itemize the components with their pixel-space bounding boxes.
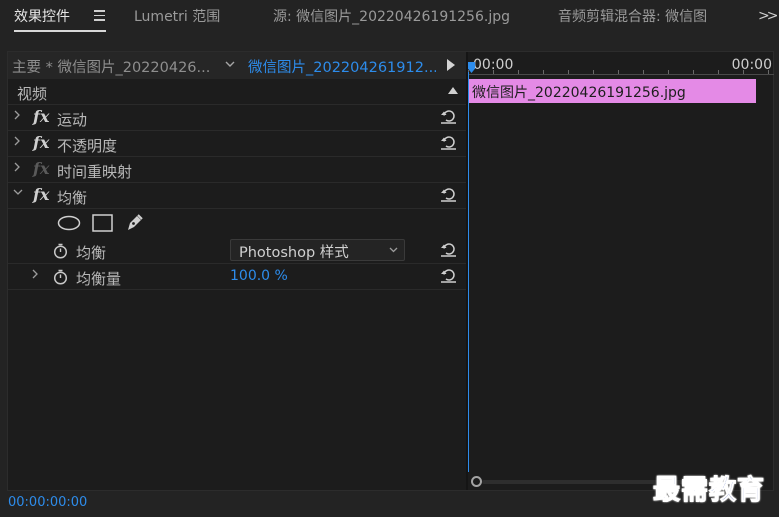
reset-icon[interactable] bbox=[440, 241, 457, 258]
scrollbar-handle[interactable] bbox=[471, 476, 482, 487]
stopwatch-icon[interactable] bbox=[53, 243, 68, 259]
collapse-chevron-icon[interactable] bbox=[12, 187, 24, 202]
effect-controls-panel: 主要 * 微信图片_20220426... 微信图片_202204261912.… bbox=[7, 51, 774, 491]
reset-icon[interactable] bbox=[440, 108, 457, 125]
fx-toggle-icon[interactable]: fx bbox=[33, 133, 49, 152]
effect-row-opacity[interactable]: fx 不透明度 bbox=[8, 131, 466, 157]
tab-effect-controls[interactable]: 效果控件 bbox=[14, 6, 70, 28]
timeline-clip[interactable]: 微信图片_20220426191256.jpg bbox=[468, 79, 756, 103]
timeline-clip-name: 微信图片_20220426191256.jpg bbox=[472, 85, 686, 101]
effect-row-motion[interactable]: fx 运动 bbox=[8, 105, 466, 131]
master-clip-label[interactable]: 主要 * 微信图片_20220426... bbox=[12, 56, 218, 76]
panel-menu-icon[interactable] bbox=[94, 10, 105, 21]
scroll-up-icon[interactable] bbox=[448, 87, 458, 94]
expand-chevron-icon[interactable] bbox=[13, 109, 21, 124]
active-tab-underline bbox=[14, 30, 106, 32]
expand-chevron-icon[interactable] bbox=[31, 268, 39, 283]
effect-label: 均衡 bbox=[57, 189, 88, 207]
rectangle-mask-icon[interactable] bbox=[92, 214, 114, 236]
tab-audio-clip-mixer[interactable]: 音频剪辑混合器: 微信图 bbox=[558, 6, 752, 28]
mask-tools-row bbox=[8, 209, 466, 239]
param-row-equalize-amount: 均衡量 100.0 % bbox=[8, 264, 466, 290]
equalize-amount-value[interactable]: 100.0 % bbox=[230, 268, 288, 284]
effect-label: 时间重映射 bbox=[57, 163, 133, 181]
equalize-style-dropdown[interactable]: Photoshop 样式 bbox=[230, 239, 405, 261]
expand-chevron-icon[interactable] bbox=[13, 135, 21, 150]
current-timecode[interactable]: 00:00:00:00 bbox=[8, 495, 87, 510]
fx-toggle-icon[interactable]: fx bbox=[33, 107, 49, 126]
play-only-audio-icon[interactable] bbox=[443, 57, 463, 75]
playhead-line bbox=[468, 72, 469, 472]
expand-chevron-icon[interactable] bbox=[13, 161, 21, 176]
tab-overflow-icon[interactable]: >> bbox=[758, 8, 779, 24]
watermark-logo: 最需教育 bbox=[653, 475, 765, 507]
fx-toggle-icon: fx bbox=[33, 159, 50, 178]
ruler-end-time: 00:00 bbox=[731, 57, 772, 73]
pen-mask-icon[interactable] bbox=[125, 212, 145, 236]
effect-row-equalize[interactable]: fx 均衡 bbox=[8, 183, 466, 209]
chevron-down-icon bbox=[388, 242, 399, 261]
reset-icon[interactable] bbox=[440, 267, 457, 284]
param-label-equalize: 均衡 bbox=[76, 244, 107, 262]
chevron-down-icon[interactable] bbox=[224, 55, 238, 73]
ellipse-mask-icon[interactable] bbox=[57, 215, 81, 235]
effect-label: 不透明度 bbox=[57, 137, 118, 155]
reset-icon[interactable] bbox=[440, 186, 457, 203]
tab-lumetri-scopes[interactable]: Lumetri 范围 bbox=[134, 6, 220, 28]
tab-source-monitor[interactable]: 源: 微信图片_20220426191256.jpg bbox=[273, 6, 510, 28]
ruler-baseline bbox=[468, 74, 774, 75]
sequence-clip-dropdown[interactable]: 微信图片_202204261912... bbox=[248, 56, 436, 76]
fx-toggle-icon[interactable]: fx bbox=[33, 185, 49, 204]
ruler-start-time: 00:00 bbox=[473, 57, 514, 73]
effect-row-time-remapping[interactable]: fx 时间重映射 bbox=[8, 157, 466, 183]
effect-timeline: 00:00 00:00 微信图片_20220426191256.jpg bbox=[468, 52, 774, 490]
stopwatch-icon[interactable] bbox=[53, 269, 68, 285]
param-label-equalize-amount: 均衡量 bbox=[76, 270, 122, 288]
reset-icon[interactable] bbox=[440, 134, 457, 151]
clip-selector-row: 主要 * 微信图片_20220426... 微信图片_202204261912.… bbox=[8, 52, 466, 79]
video-section-header: 视频 bbox=[8, 79, 466, 105]
dropdown-value: Photoshop 样式 bbox=[239, 245, 349, 261]
effect-list-area: 主要 * 微信图片_20220426... 微信图片_202204261912.… bbox=[8, 52, 466, 490]
param-row-equalize: 均衡 Photoshop 样式 bbox=[8, 238, 466, 264]
video-section-label: 视频 bbox=[17, 85, 48, 103]
panel-tab-bar: 效果控件 Lumetri 范围 源: 微信图片_20220426191256.j… bbox=[0, 0, 779, 36]
effect-label: 运动 bbox=[57, 111, 88, 129]
time-ruler[interactable]: 00:00 00:00 bbox=[468, 52, 774, 78]
